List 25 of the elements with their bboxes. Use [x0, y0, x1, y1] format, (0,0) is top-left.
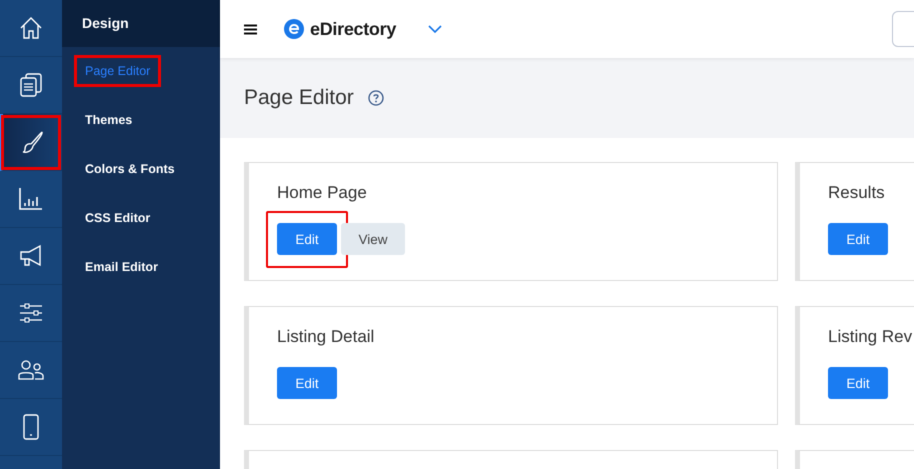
rail-item[interactable] [0, 114, 62, 171]
menu-icon[interactable] [244, 24, 257, 34]
card-title: Results [828, 183, 886, 203]
edit-button[interactable]: Edit [828, 367, 888, 399]
card-title: Listing Rev [828, 327, 914, 347]
home-icon [18, 15, 44, 41]
card-title: Home Page [277, 183, 368, 203]
edit-button[interactable]: Edit [828, 223, 888, 255]
view-button[interactable]: View [341, 223, 405, 255]
help-icon[interactable] [368, 90, 384, 106]
brand-name: eDirectory [310, 18, 396, 40]
edit-button[interactable]: Edit [277, 223, 337, 255]
submenu-item[interactable]: Colors & Fonts [74, 153, 186, 185]
submenu-item[interactable]: Page Editor [74, 55, 162, 87]
chevron-down-icon[interactable] [428, 25, 442, 33]
documents-icon [18, 72, 44, 98]
submenu-item[interactable]: CSS Editor [74, 202, 162, 234]
submenu-item[interactable]: Email Editor [74, 251, 169, 283]
page-title: Page Editor [244, 86, 354, 110]
submenu-item[interactable]: Themes [74, 104, 144, 136]
chart-icon [18, 186, 44, 212]
logo-icon [284, 19, 304, 39]
submenu-title: Design [62, 0, 220, 47]
card-title: Listing Detail [277, 327, 376, 347]
edit-button[interactable]: Edit [277, 367, 337, 399]
